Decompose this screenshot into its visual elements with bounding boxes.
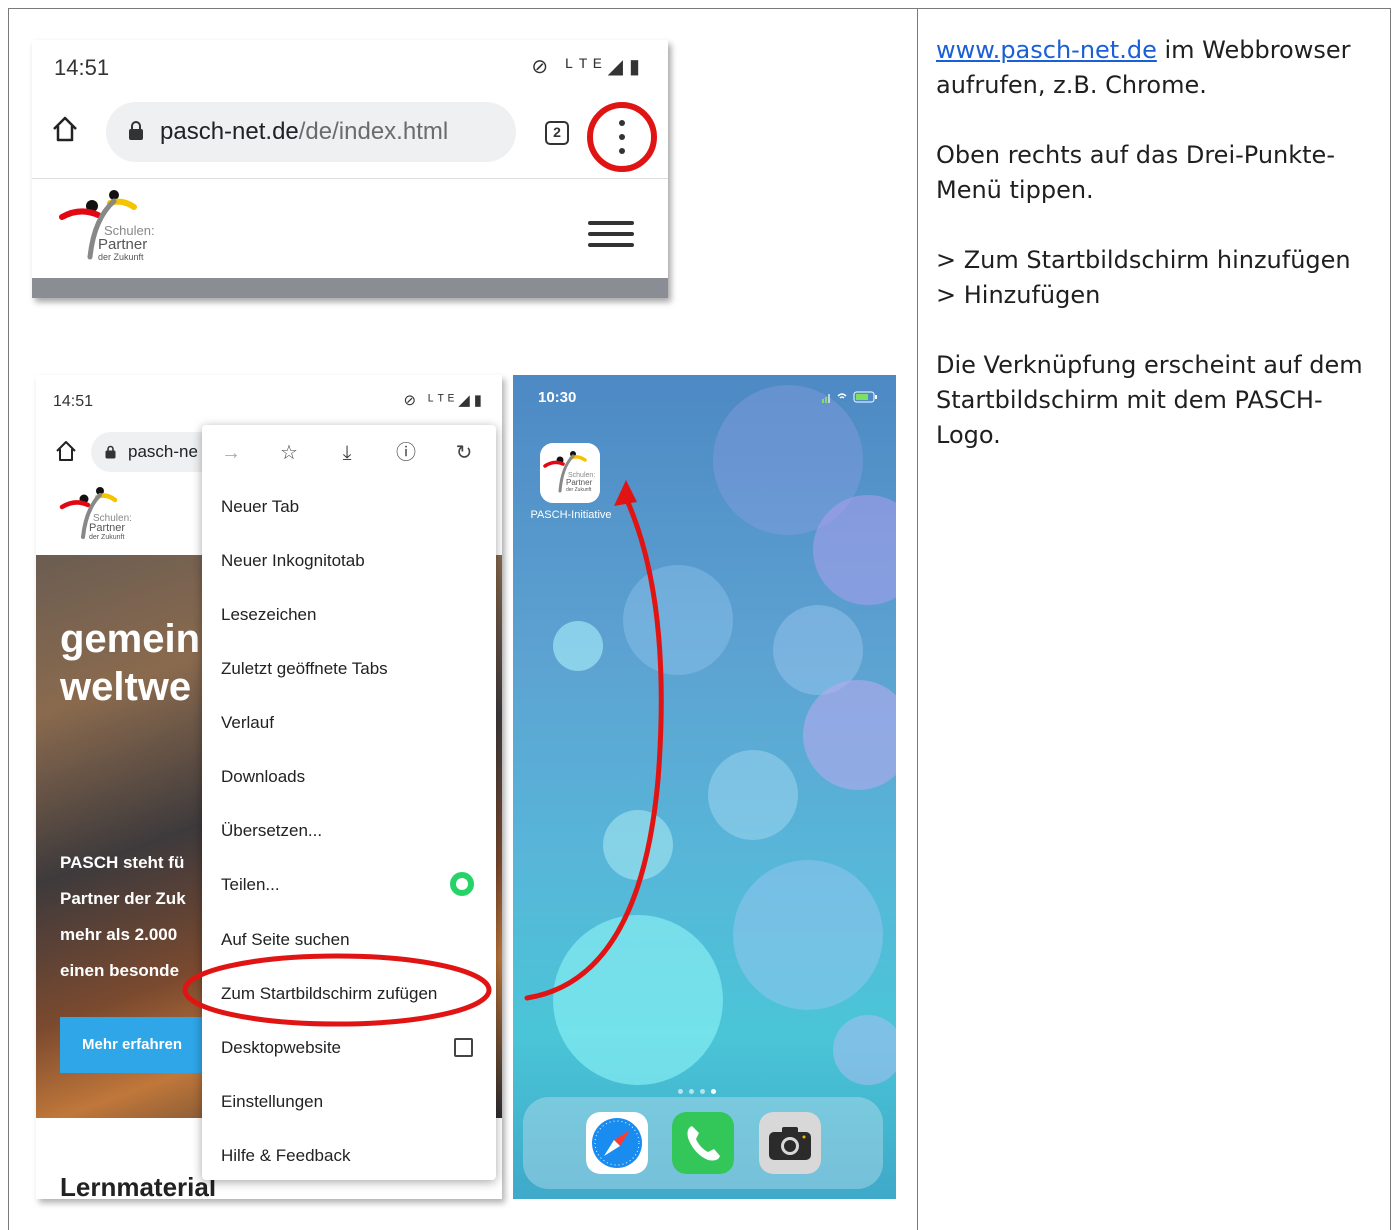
home-icon[interactable] (50, 114, 80, 144)
instructions-column: www.pasch-net.de im Webbrowser aufrufen,… (936, 33, 1376, 488)
chrome-addressbar-screenshot: 14:51 ⊘ ᴸᵀᴱ◢▮ pasch-net.de/de/index.html… (32, 40, 668, 298)
menu-item-incognito-tab[interactable]: Neuer Inkognitotab (221, 551, 365, 571)
status-icons: ⊘ ᴸᵀᴱ◢▮ (403, 392, 486, 409)
menu-item-translate[interactable]: Übersetzen... (221, 821, 322, 841)
hero-heading: gemein weltwe (60, 615, 200, 711)
info-icon[interactable]: ⓘ (395, 442, 417, 464)
hero-text-line: Partner der Zuk (60, 889, 186, 908)
wallpaper-bubble (603, 810, 673, 880)
menu-item-find-in-page[interactable]: Auf Seite suchen (221, 930, 350, 950)
download-icon[interactable]: ⤓ (336, 442, 358, 464)
status-time: 14:51 (53, 393, 94, 410)
logo-line-2: Partner (89, 522, 125, 534)
pasch-app-icon[interactable]: Schulen: Partner der Zukunft (540, 443, 600, 503)
logo-line-3: der Zukunft (89, 534, 124, 541)
wallpaper-bubble (553, 621, 603, 671)
hero-text-line: PASCH steht fü (60, 853, 185, 872)
tab-switcher-button[interactable]: 2 (545, 121, 569, 145)
column-divider (917, 8, 918, 1230)
url-text: pasch-ne (128, 442, 198, 461)
page-dot-icon (700, 1089, 705, 1094)
status-time: 10:30 (538, 389, 577, 406)
menu-icon-row: → ☆ ⤓ ⓘ ↻ (202, 425, 496, 481)
header-separator (32, 178, 668, 179)
pasch-logo[interactable]: Schulen: Partner der Zukunft (56, 185, 166, 265)
bookmark-star-icon[interactable]: ☆ (278, 442, 300, 464)
page-dot-icon (689, 1089, 694, 1094)
instruction-step-1: www.pasch-net.de im Webbrowser aufrufen,… (936, 33, 1376, 103)
safari-icon[interactable] (586, 1112, 648, 1174)
three-dot-menu-button[interactable] (587, 102, 657, 172)
page-content-band (32, 278, 668, 298)
wallpaper-bubble (833, 1015, 896, 1085)
app-logo-line-3: der Zukunft (566, 487, 592, 493)
app-logo-line-2: Partner (566, 478, 593, 487)
hero-text: PASCH steht fü Partner der Zuk mehr als … (60, 845, 186, 989)
hero-text-line: mehr als 2.000 (60, 925, 178, 944)
lock-icon (105, 445, 116, 459)
hero-text-line: einen besonde (60, 961, 180, 980)
menu-item-add-to-homescreen[interactable]: Zum Startbildschirm zufügen (221, 984, 437, 1004)
wallpaper-bubble (623, 565, 733, 675)
pasch-net-link[interactable]: www.pasch-net.de (936, 36, 1157, 64)
chrome-overflow-menu: → ☆ ⤓ ⓘ ↻ Neuer Tab Neuer Inkognitotab L… (202, 425, 496, 1180)
url-text: pasch-net.de/de/index.html (160, 118, 448, 146)
menu-item-bookmarks[interactable]: Lesezeichen (221, 605, 316, 625)
url-path: /de/index.html (298, 118, 449, 145)
camera-icon[interactable] (759, 1112, 821, 1174)
logo-line-2: Partner (98, 236, 147, 253)
wallpaper-bubble (553, 915, 723, 1085)
menu-item-desktop-site[interactable]: Desktopwebsite (221, 1038, 341, 1058)
hero-heading-line: gemein (60, 617, 201, 661)
address-bar[interactable]: pasch-net.de/de/index.html (106, 102, 516, 162)
section-heading: Lernmaterial (60, 1172, 217, 1199)
wallpaper-bubble (803, 680, 896, 790)
hamburger-menu-icon[interactable] (588, 221, 634, 254)
menu-item-downloads[interactable]: Downloads (221, 767, 305, 787)
instruction-step-2: Oben rechts auf das Drei-Punkte-Menü tip… (936, 141, 1335, 204)
status-icons: ⊘ ᴸᵀᴱ◢▮ (531, 56, 646, 78)
forward-icon[interactable]: → (220, 442, 242, 464)
whatsapp-icon[interactable] (450, 872, 474, 896)
pasch-logo[interactable]: Schulen: Partner der Zukunft (58, 483, 138, 543)
lock-icon (129, 121, 143, 140)
menu-dot-icon (619, 134, 625, 140)
logo-line-3: der Zukunft (98, 252, 144, 262)
status-icons (822, 391, 877, 403)
dock (523, 1097, 883, 1189)
menu-item-recent-tabs[interactable]: Zuletzt geöffnete Tabs (221, 659, 388, 679)
app-label: PASCH-Initiative (530, 509, 612, 521)
hero-heading-line: weltwe (60, 665, 192, 709)
menu-item-settings[interactable]: Einstellungen (221, 1092, 323, 1112)
instruction-step-4: Die Verknüpfung erscheint auf dem Startb… (936, 351, 1363, 449)
phone-icon[interactable] (672, 1112, 734, 1174)
status-bar: 14:51 ⊘ ᴸᵀᴱ◢▮ (32, 40, 668, 95)
url-host: pasch-net.de (160, 118, 299, 145)
menu-item-help-feedback[interactable]: Hilfe & Feedback (221, 1146, 350, 1166)
wallpaper-bubble (733, 860, 883, 1010)
page-dot-icon (678, 1089, 683, 1094)
page-dot-active-icon (711, 1089, 716, 1094)
status-time: 14:51 (54, 55, 110, 80)
menu-dot-icon (619, 148, 625, 154)
menu-item-new-tab[interactable]: Neuer Tab (221, 497, 299, 517)
more-info-button[interactable]: Mehr erfahren (60, 1017, 205, 1073)
wallpaper-bubble (708, 750, 798, 840)
reload-icon[interactable]: ↻ (453, 442, 475, 464)
menu-item-history[interactable]: Verlauf (221, 713, 274, 733)
menu-dot-icon (619, 120, 625, 126)
desktop-site-checkbox[interactable] (454, 1038, 473, 1057)
home-icon[interactable] (54, 439, 78, 463)
instruction-step-3: > Zum Startbildschirm hinzufügen > Hinzu… (936, 246, 1351, 309)
menu-item-share[interactable]: Teilen... (221, 875, 280, 895)
ios-homescreen-screenshot: 10:30 Schulen: Partner der Zukunft PASCH… (513, 375, 896, 1199)
